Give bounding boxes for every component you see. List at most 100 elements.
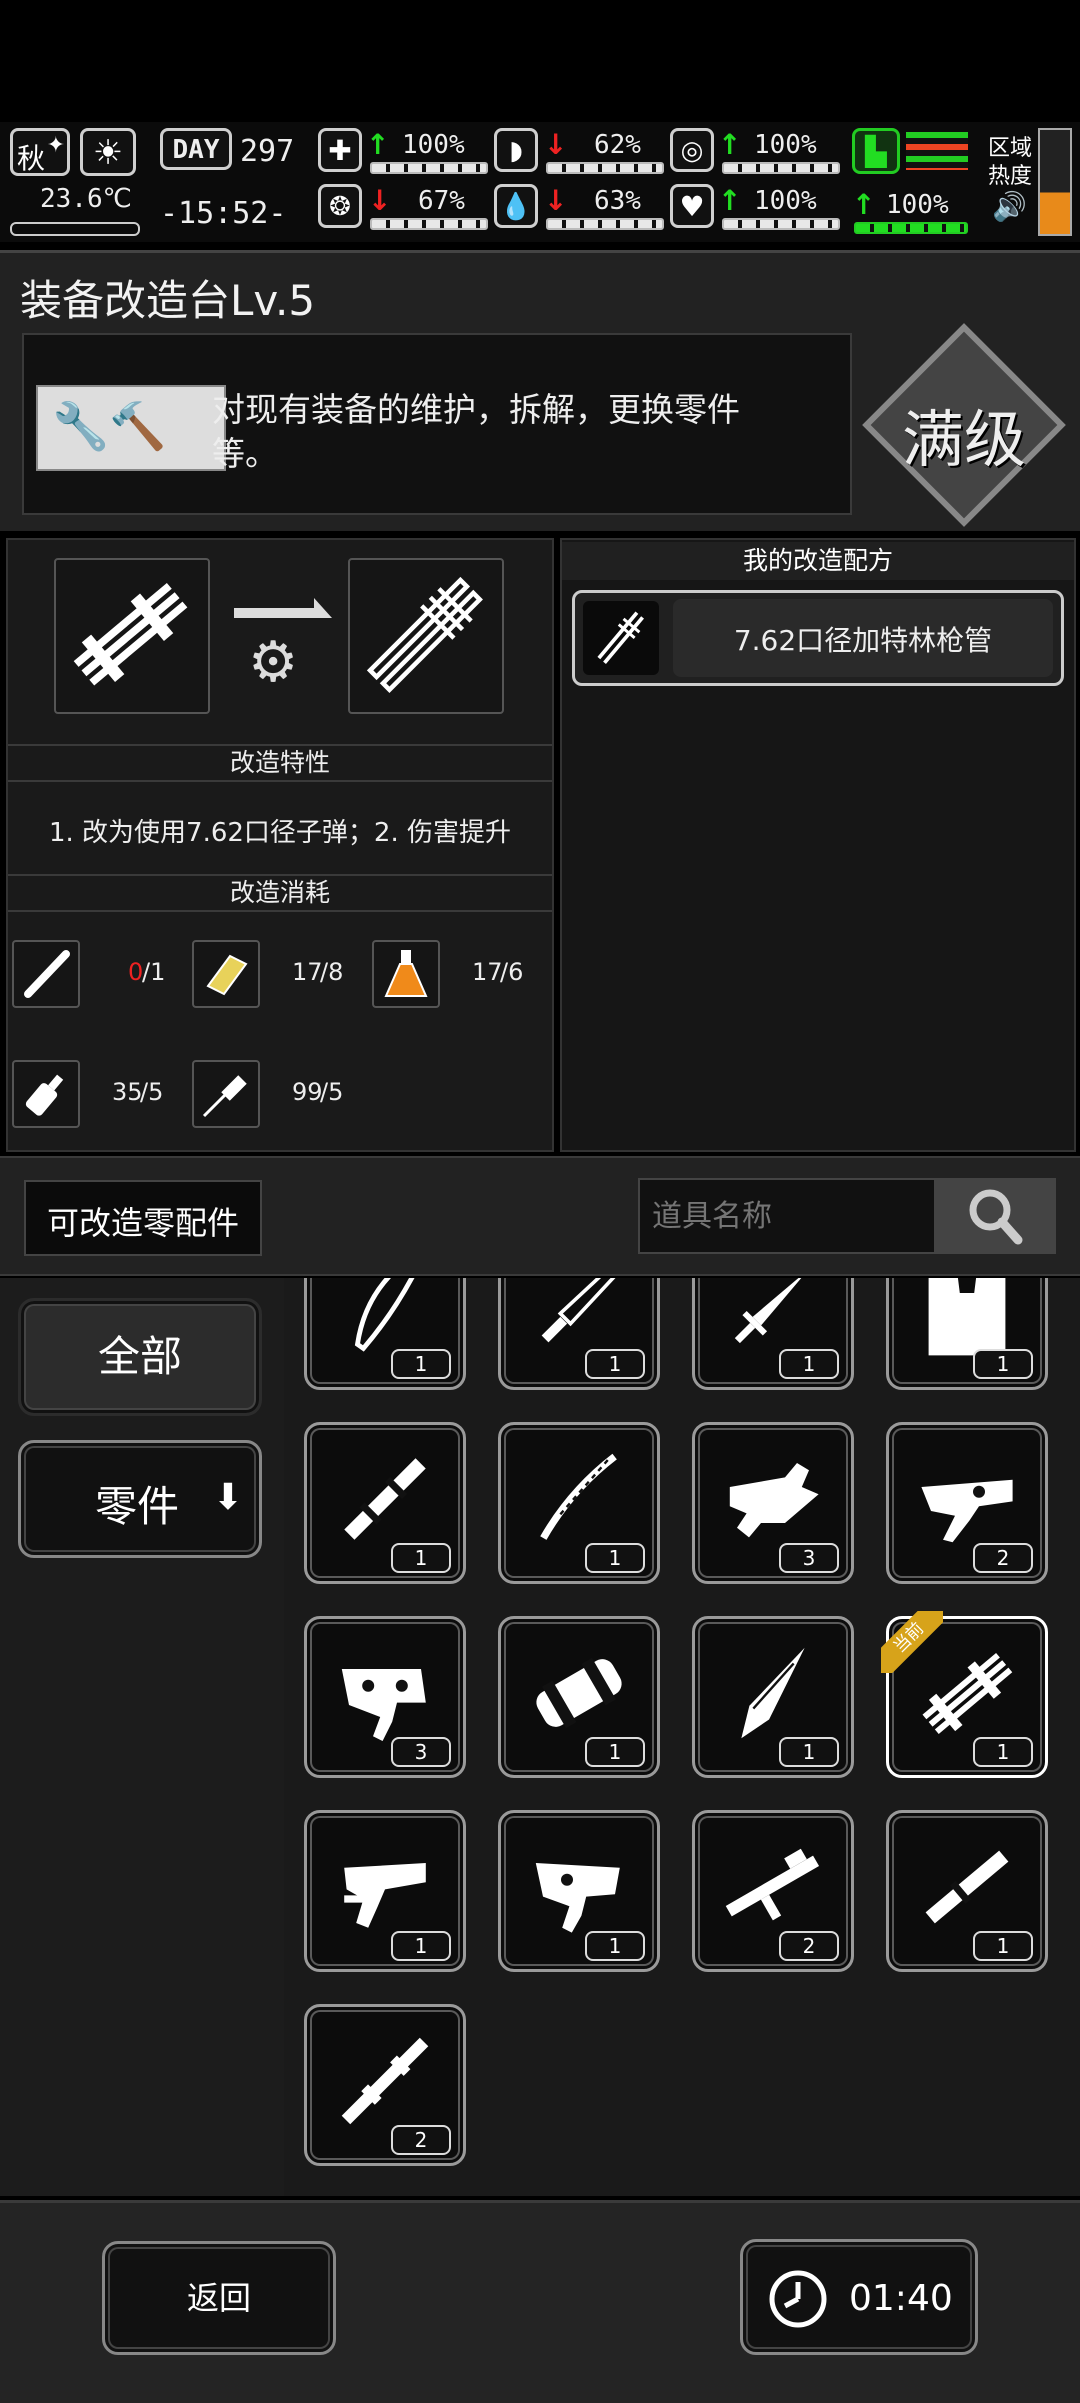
item-slot[interactable]: 2 bbox=[692, 1810, 854, 1972]
item-count: 2 bbox=[973, 1543, 1033, 1573]
item-count: 1 bbox=[391, 1543, 451, 1573]
back-button[interactable]: 返回 bbox=[102, 2241, 336, 2355]
gold-bar-icon bbox=[192, 940, 260, 1008]
max-level-badge: 满级 bbox=[862, 323, 1066, 527]
arrow-down-icon: ↓ bbox=[368, 184, 392, 217]
cost-item: 17 /6 bbox=[372, 940, 552, 1010]
health-bar bbox=[370, 162, 488, 174]
search-input[interactable] bbox=[638, 1178, 936, 1254]
stat-health: ✚ ↑ 100% bbox=[318, 128, 488, 176]
sun-icon: ☀ bbox=[92, 133, 124, 173]
item-slot[interactable]: 1 当前 bbox=[881, 1611, 1048, 1778]
gatling-barrel-icon bbox=[583, 601, 659, 675]
item-count: 1 bbox=[391, 1931, 451, 1961]
item-slot[interactable]: 1 bbox=[498, 1810, 660, 1972]
clock-icon bbox=[769, 2270, 827, 2328]
item-count: 1 bbox=[779, 1737, 839, 1767]
speaker-icon: 🔊 bbox=[992, 190, 1027, 223]
day-label: DAY bbox=[172, 135, 220, 165]
sanity-value: 67% bbox=[418, 186, 465, 216]
item-count: 2 bbox=[391, 2125, 451, 2155]
stat-thirst: 💧 ↓ 63% bbox=[494, 184, 664, 232]
arrow-up-icon: ↑ bbox=[718, 184, 742, 217]
heart-icon: ♥ bbox=[670, 184, 714, 228]
trigger-assembly-icon bbox=[341, 1669, 426, 1741]
receiver-icon bbox=[729, 1463, 819, 1538]
recipes-panel: 我的改造配方 7.62口径加特林枪管 bbox=[560, 538, 1076, 1152]
stamina-value: 100% bbox=[886, 190, 949, 220]
stat-armor: ◎ ↑ 100% bbox=[670, 128, 840, 176]
item-slot[interactable]: 1 bbox=[886, 1810, 1048, 1972]
gatling-barrel-icon bbox=[73, 582, 188, 686]
pistol-frame-icon bbox=[344, 1863, 426, 1928]
cost-item: 99 /5 bbox=[192, 1060, 372, 1130]
category-all[interactable]: 全部 bbox=[18, 1298, 262, 1416]
category-all-label: 全部 bbox=[97, 1332, 182, 1381]
hunger-value: 62% bbox=[594, 130, 641, 160]
cost-have: 99 bbox=[292, 1078, 323, 1106]
item-count: 1 bbox=[973, 1349, 1033, 1379]
item-count: 1 bbox=[391, 1349, 451, 1379]
item-slot[interactable]: 1 bbox=[498, 1278, 660, 1390]
hunger-bar bbox=[546, 162, 664, 174]
tools-icon: 🔧🔨 bbox=[52, 399, 167, 453]
zone-heat[interactable]: 区域 热度 🔊 bbox=[980, 128, 1076, 238]
heart-bar bbox=[722, 218, 840, 230]
heat-meter bbox=[1038, 128, 1072, 236]
item-slot[interactable]: 2 bbox=[304, 2004, 466, 2166]
item-slot[interactable]: 1 bbox=[304, 1278, 466, 1390]
item-slot[interactable]: 1 bbox=[886, 1278, 1048, 1390]
item-slot[interactable]: 3 bbox=[304, 1616, 466, 1778]
current-tag-label: 当前 bbox=[881, 1611, 943, 1673]
long-barrel-icon bbox=[341, 2037, 429, 2125]
item-slot[interactable]: 1 bbox=[498, 1422, 660, 1584]
item-slot[interactable]: 1 bbox=[304, 1810, 466, 1972]
timer-button[interactable]: 01:40 bbox=[740, 2239, 978, 2355]
traits-text: 1. 改为使用7.62口径子弹；2. 伤害提升 bbox=[48, 818, 512, 848]
drill-bit-icon bbox=[741, 1647, 805, 1739]
trigger-group-icon bbox=[921, 1479, 1013, 1543]
item-slot[interactable]: 3 bbox=[692, 1422, 854, 1584]
max-level-label: 满级 bbox=[901, 403, 1026, 476]
item-count: 1 bbox=[585, 1737, 645, 1767]
pipe-icon bbox=[12, 940, 80, 1008]
arrow-down-icon: ↓ bbox=[544, 128, 568, 161]
item-count: 1 bbox=[973, 1931, 1033, 1961]
item-slot[interactable]: 2 bbox=[886, 1422, 1048, 1584]
arrow-down-icon: ⬇ bbox=[212, 1477, 243, 1518]
health-value: 100% bbox=[402, 130, 465, 160]
item-slot[interactable]: 1 bbox=[692, 1616, 854, 1778]
modify-panel: ⚙ 改造特性 1. 改为使用7.62口径子弹；2. 伤害提升 改造消耗 0 /1… bbox=[6, 538, 554, 1152]
cost-need: /8 bbox=[320, 958, 344, 986]
cost-header: 改造消耗 bbox=[8, 874, 552, 912]
description-text-1: 对现有装备的维护，拆解，更换零件 bbox=[212, 390, 740, 429]
thirst-bar bbox=[546, 218, 664, 230]
season-box: 秋 ✦ bbox=[10, 128, 70, 176]
item-slot[interactable]: 1 bbox=[498, 1616, 660, 1778]
recipe-item[interactable]: 7.62口径加特林枪管 bbox=[572, 590, 1064, 686]
cost-item: 35 /5 bbox=[12, 1060, 192, 1130]
item-count: 1 bbox=[779, 1349, 839, 1379]
short-barrel-icon bbox=[925, 1850, 1009, 1924]
status-hud: 秋 ✦ ☀ 23.6℃ DAY 297 -15:52- ✚ ↑ 100% ◗ ↓… bbox=[0, 122, 1080, 242]
first-aid-icon: ✚ bbox=[318, 128, 362, 172]
search-icon bbox=[969, 1189, 1023, 1245]
brain-icon: ❂ bbox=[318, 184, 362, 228]
source-item-slot[interactable] bbox=[54, 558, 210, 714]
item-slot[interactable]: 1 bbox=[692, 1278, 854, 1390]
search-button[interactable] bbox=[936, 1178, 1056, 1254]
stat-sanity: ❂ ↓ 67% bbox=[318, 184, 488, 232]
boot-icon: ▙ bbox=[852, 128, 900, 174]
item-slot[interactable]: 1 bbox=[304, 1422, 466, 1584]
season-label: 秋 bbox=[17, 142, 46, 175]
timer-value: 01:40 bbox=[849, 2278, 953, 2319]
station-header: 装备改造台Lv.5 🔧🔨 对现有装备的维护，拆解，更换零件 等。 满级 bbox=[0, 250, 1080, 531]
cost-have: 35 bbox=[112, 1078, 143, 1106]
cost-have: 0 bbox=[128, 958, 144, 986]
lower-receiver-icon bbox=[535, 1863, 620, 1933]
category-parts[interactable]: 零件 ⬇ bbox=[18, 1440, 262, 1558]
item-count: 3 bbox=[779, 1543, 839, 1573]
arrow-right-icon bbox=[234, 596, 334, 626]
result-item-slot[interactable] bbox=[348, 558, 504, 714]
armor-value: 100% bbox=[754, 130, 817, 160]
